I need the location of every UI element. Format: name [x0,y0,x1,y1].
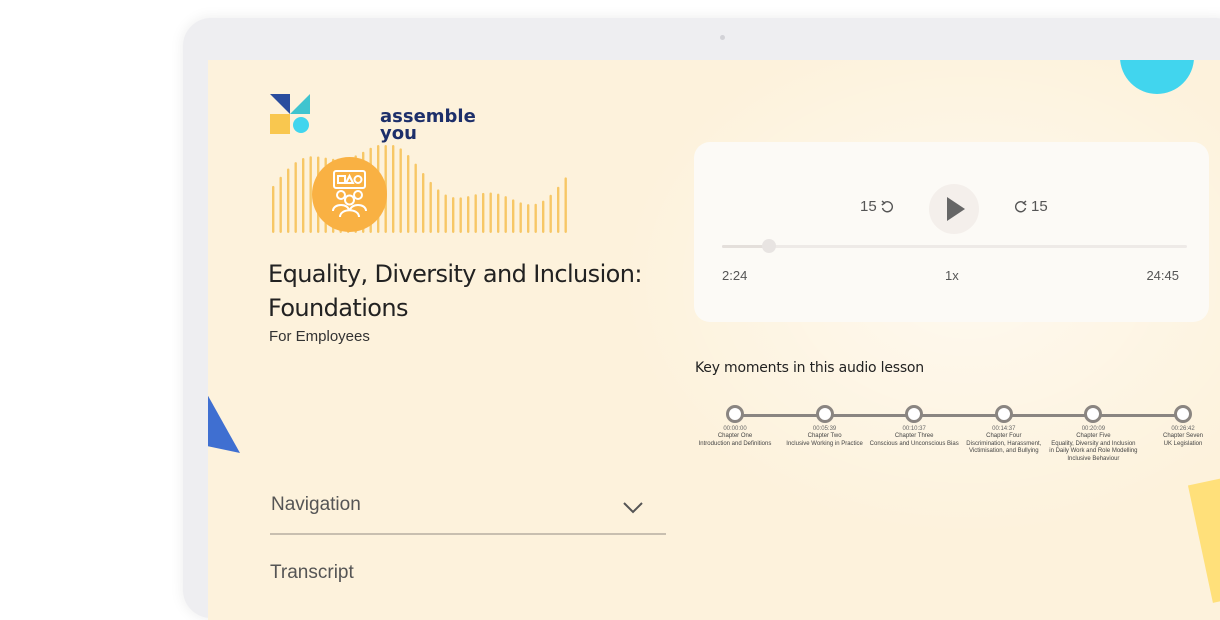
waveform-bar [467,196,470,233]
key-moment-marker[interactable] [815,405,834,423]
skip-forward-button[interactable]: 15 [1014,198,1048,215]
team-presentation-icon [332,170,367,218]
waveform-bar [564,177,567,233]
decorative-triangle [208,395,240,453]
waveform-bar [512,199,515,233]
course-title: Equality, Diversity and Inclusion: Found… [268,260,642,322]
waveform-bar [504,196,507,233]
course-icon [312,157,387,232]
waveform-bar [452,197,455,233]
chevron-down-icon [623,502,643,514]
key-moment-label: Discrimination, Harassment, Victimisatio… [966,440,1042,455]
key-moment-label: UK Legislation [1163,440,1203,447]
waveform-bar [549,194,552,233]
logo-mark-icon [270,94,310,134]
decorative-shape [1187,477,1220,603]
key-moment-marker[interactable] [905,405,924,423]
key-moment-item[interactable]: 00:10:37 Chapter Three Conscious and Uncon… [869,402,959,448]
key-moments-title: Key moments in this audio lesson [695,360,924,376]
progress-track[interactable] [722,239,1187,253]
audio-player: 15 15 2:24 1x 24:45 [694,142,1209,322]
laptop-frame: assemble you Equality, Diversity and Inc… [183,18,1220,620]
waveform-bar [272,185,275,233]
brand-name-line2: you [380,123,417,144]
key-moment-item[interactable]: 00:26:42 Chapter Seven UK Legislation [1138,402,1220,448]
navigation-label: Navigation [271,494,361,515]
key-moment-marker[interactable] [1174,405,1192,423]
current-time: 2:24 [722,268,748,283]
key-moment-item[interactable]: 00:00:00 Chapter One Introduction and Defi… [690,402,780,448]
key-moment-item[interactable]: 00:05:39 Chapter Two Inclusive Working in … [780,402,870,448]
waveform-bar [414,163,417,233]
waveform-bar [527,204,530,233]
key-moments-timeline: 00:00:00 Chapter One Introduction and Defi… [688,402,1220,492]
key-moment-chapter: Chapter Four [986,433,1022,439]
waveform-bar [399,148,402,233]
key-moment-marker[interactable] [726,405,744,423]
brand-wordmark: assemble you [380,108,476,144]
key-moment-time: 00:05:39 [812,426,837,432]
key-moment-time: 00:26:42 [1171,426,1195,432]
playback-speed-button[interactable]: 1x [945,268,959,283]
app-screen: assemble you Equality, Diversity and Inc… [208,60,1220,620]
waveform-bar [489,192,492,233]
brand-logo[interactable]: assemble you [270,94,476,143]
waveform-bar [519,202,522,233]
key-moment-item[interactable]: 00:14:37 Chapter Four Discrimination, Hara… [959,402,1049,456]
waveform-bar [407,155,410,233]
skip-forward-label: 15 [1031,198,1048,215]
webcam [720,35,725,40]
key-moment-label: Introduction and Definitions [698,440,772,447]
waveform-bar [444,194,447,233]
key-moment-marker[interactable] [994,405,1013,423]
course-subtitle: For Employees [269,328,370,345]
waveform-bar [437,189,440,233]
key-moment-time: 00:14:37 [992,426,1016,432]
rewind-icon [881,199,893,212]
key-moment-marker[interactable] [1084,405,1103,423]
play-button[interactable] [929,184,979,234]
key-moment-label: Equality, Diversity and Inclusion in Dai… [1049,440,1138,462]
skip-back-button[interactable]: 15 [860,198,894,215]
key-moment-chapter: Chapter Two [807,433,842,439]
key-moment-chapter: Chapter One [717,433,753,439]
waveform-bar [497,193,500,233]
waveform-bar [542,200,545,233]
key-moment-label: Conscious and Unconscious Bias [869,440,959,447]
key-moment-chapter: Chapter Five [1076,433,1111,439]
waveform-bar [482,192,485,233]
key-moment-time: 00:20:09 [1081,426,1106,432]
waveform-bar [294,162,297,233]
navigation-dropdown[interactable]: Navigation [270,488,666,535]
waveform-bar [534,203,537,233]
fast-forward-icon [1014,199,1027,212]
transcript-label[interactable]: Transcript [270,562,354,584]
waveform-bar [474,194,477,233]
key-moment-chapter: Chapter Three [894,433,934,439]
waveform-bar [459,197,462,233]
waveform-bar [287,168,290,233]
play-icon [947,197,965,221]
waveform-bar [302,158,305,233]
key-moment-time: 00:10:37 [902,426,926,432]
waveform-bar [557,186,560,233]
waveform-bar [279,176,282,233]
waveform-bar [392,145,395,233]
waveform-bar [429,181,432,233]
skip-back-label: 15 [860,198,877,215]
progress-handle[interactable] [761,239,776,253]
key-moment-time: 00:00:00 [723,426,747,432]
waveform-bar [422,172,425,233]
key-moment-label: Inclusive Working in Practice [786,440,863,447]
key-moment-item[interactable]: 00:20:09 Chapter Five Equality, Diversity … [1048,402,1138,463]
total-time: 24:45 [1146,268,1179,283]
key-moment-chapter: Chapter Seven [1162,433,1204,439]
